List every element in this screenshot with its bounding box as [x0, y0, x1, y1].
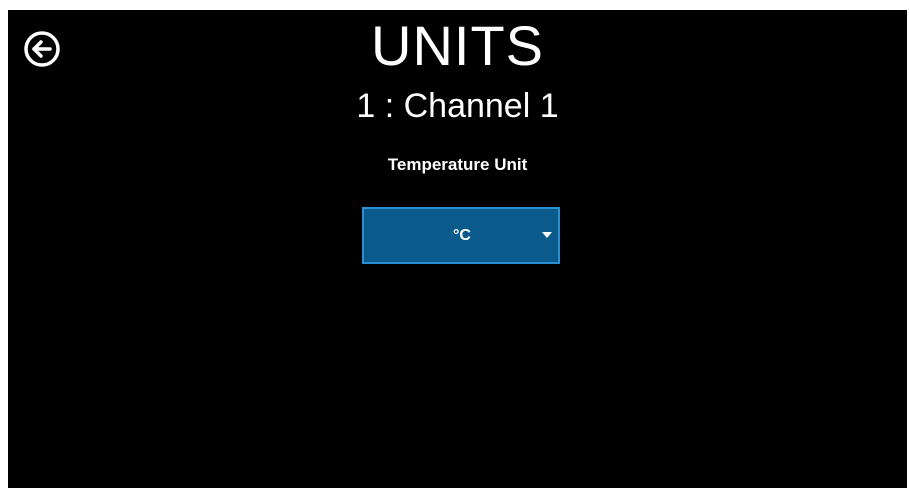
- device-screen: UNITS 1 : Channel 1 Temperature Unit °C: [8, 10, 907, 488]
- channel-subtitle: 1 : Channel 1: [356, 87, 559, 125]
- temperature-unit-label: Temperature Unit: [387, 155, 528, 174]
- temperature-unit-select[interactable]: °C: [362, 207, 560, 264]
- caret-down-icon: [542, 232, 552, 238]
- page-title: UNITS: [371, 14, 544, 77]
- selected-unit-value: °C: [453, 227, 471, 244]
